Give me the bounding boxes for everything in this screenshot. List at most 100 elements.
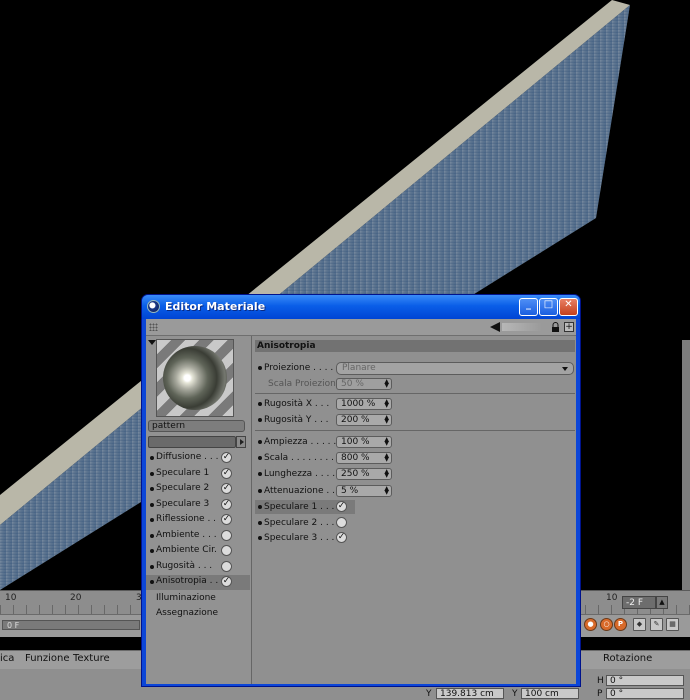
bullet-icon	[258, 471, 262, 476]
menu-item-funzione[interactable]: Funzione	[25, 653, 70, 664]
maximize-icon[interactable]: □	[539, 298, 558, 316]
speculare-1-text: Speculare 1 . . .	[264, 502, 335, 512]
channel-label: Speculare 1	[156, 468, 210, 478]
scroll-right-icon[interactable]	[236, 436, 246, 448]
spinner-icon[interactable]: ▲ ▼	[384, 399, 389, 409]
lunghezza-field[interactable]: 250 % ▲ ▼	[336, 468, 392, 480]
current-frame-field[interactable]: -2 F	[622, 596, 656, 609]
attenuazione-field[interactable]: 5 % ▲ ▼	[336, 485, 392, 497]
timeline-tick: 10	[5, 593, 17, 603]
item-assegnazione[interactable]: Assegnazione	[156, 608, 218, 618]
back-arrow-icon[interactable]	[490, 322, 500, 332]
field-value: 50 %	[341, 379, 364, 389]
checkmark-icon[interactable]: ✓	[221, 452, 232, 463]
channel-label: Ambiente Cir.	[156, 545, 217, 555]
timeline-tick: 10	[606, 593, 618, 603]
grip-icon[interactable]	[149, 323, 158, 331]
record-icon[interactable]: ●	[584, 618, 597, 631]
coord-h-field[interactable]: 0 °	[606, 675, 684, 686]
autokey-icon[interactable]: P	[614, 618, 627, 631]
coord-y-field[interactable]: 139.813 cm	[436, 688, 504, 699]
bullet-icon	[258, 417, 262, 422]
channel-ambiente-circostante[interactable]: Ambiente Cir.	[146, 544, 250, 559]
coord-p-label: P	[597, 689, 603, 699]
bullet-icon	[258, 401, 262, 406]
channel-anisotropia[interactable]: Anisotropia . . ✓	[146, 575, 250, 590]
channel-speculare-1[interactable]: Speculare 1 ✓	[146, 467, 250, 482]
checkbox-empty[interactable]	[221, 530, 232, 541]
bullet-icon	[258, 365, 262, 370]
speculare-2-text: Speculare 2 . . .	[264, 518, 335, 528]
rugosita-x-field[interactable]: 1000 % ▲ ▼	[336, 398, 392, 410]
coord-y-label: Y	[426, 689, 432, 699]
position-key-icon[interactable]: ◆	[633, 618, 646, 631]
field-value: 200 %	[341, 415, 370, 425]
spinner-icon[interactable]: ▲ ▼	[384, 486, 389, 496]
preview-scrollbar[interactable]	[148, 436, 236, 448]
field-value: 250 %	[341, 469, 370, 479]
lunghezza-label: Lunghezza . . . .	[258, 469, 335, 479]
scala-field[interactable]: 800 % ▲ ▼	[336, 452, 392, 464]
proiezione-select[interactable]: Planare	[336, 362, 574, 375]
channel-label: Anisotropia . .	[156, 576, 219, 586]
close-icon[interactable]: ✕	[559, 298, 578, 316]
frame-stepper[interactable]: ▲	[656, 596, 668, 609]
app-icon[interactable]	[147, 300, 160, 313]
field-value: 100 %	[341, 437, 370, 447]
bullet-icon	[258, 455, 262, 460]
menu-item-grafica[interactable]: ica	[0, 653, 14, 664]
channel-ambiente[interactable]: Ambiente . . .	[146, 529, 250, 544]
rotation-header: Rotazione	[603, 653, 653, 664]
keyframe-icon[interactable]: ○	[600, 618, 613, 631]
side-panel-strip	[682, 340, 690, 590]
material-name-field[interactable]: pattern	[148, 420, 245, 432]
scala-proiezione-field[interactable]: 50 % ▲ ▼	[336, 378, 392, 390]
coord-p-field[interactable]: 0 °	[606, 688, 684, 699]
checkmark-icon[interactable]: ✓	[221, 576, 232, 587]
channel-speculare-2[interactable]: Speculare 2 ✓	[146, 482, 250, 497]
spinner-icon[interactable]: ▲ ▼	[384, 415, 389, 425]
item-illuminazione[interactable]: Illuminazione	[156, 593, 216, 603]
minimize-icon[interactable]: _	[519, 298, 538, 316]
ampiezza-field[interactable]: 100 % ▲ ▼	[336, 436, 392, 448]
checkmark-icon[interactable]: ✓	[221, 468, 232, 479]
expand-icon[interactable]: +	[564, 322, 574, 332]
spinner-icon[interactable]: ▲ ▼	[384, 437, 389, 447]
channel-riflessione[interactable]: Riflessione . . ✓	[146, 513, 250, 528]
channel-speculare-3[interactable]: Speculare 3 ✓	[146, 498, 250, 513]
menu-item-texture[interactable]: Texture	[73, 653, 110, 664]
bullet-icon	[150, 580, 154, 584]
title-bar[interactable]: Editor Materiale _ □ ✕	[142, 295, 580, 319]
checkmark-icon[interactable]: ✓	[221, 514, 232, 525]
speculare-2-checkbox[interactable]	[336, 517, 347, 528]
preview-menu-icon[interactable]	[148, 340, 156, 345]
material-editor-window: Editor Materiale _ □ ✕ + pattern Diffusi…	[141, 294, 581, 687]
bullet-icon	[258, 439, 262, 444]
proiezione-label: Proiezione . . . .	[258, 363, 333, 373]
spinner-icon[interactable]: ▲ ▼	[384, 469, 389, 479]
material-preview[interactable]	[156, 339, 234, 417]
grid-key-icon[interactable]: ▦	[666, 618, 679, 631]
channel-diffusione[interactable]: Diffusione . . . ✓	[146, 451, 250, 466]
spinner-icon[interactable]: ▲ ▼	[384, 379, 389, 389]
speculare-1-checkmark-icon[interactable]: ✓	[336, 501, 347, 512]
attenuazione-label: Attenuazione . .	[258, 486, 335, 496]
scala-label: Scala . . . . . . . .	[258, 453, 334, 463]
lock-icon[interactable]	[551, 322, 560, 332]
rugosita-y-field[interactable]: 200 % ▲ ▼	[336, 414, 392, 426]
channel-rugosita[interactable]: Rugosità . . .	[146, 560, 250, 575]
channel-label: Speculare 3	[156, 499, 210, 509]
checkmark-icon[interactable]: ✓	[221, 499, 232, 510]
frame-slider[interactable]: 0 F	[2, 620, 140, 630]
checkbox-empty[interactable]	[221, 561, 232, 572]
channel-label: Ambiente . . .	[156, 530, 217, 540]
bullet-icon	[150, 487, 154, 491]
checkmark-icon[interactable]: ✓	[221, 483, 232, 494]
rotation-key-icon[interactable]: ✎	[650, 618, 663, 631]
speculare-1-label: Speculare 1 . . .	[258, 502, 334, 512]
channel-label: Diffusione . . .	[156, 452, 219, 462]
speculare-3-checkmark-icon[interactable]: ✓	[336, 532, 347, 543]
spinner-icon[interactable]: ▲ ▼	[384, 453, 389, 463]
coord-size-y-field[interactable]: 100 cm	[521, 688, 579, 699]
checkbox-empty[interactable]	[221, 545, 232, 556]
